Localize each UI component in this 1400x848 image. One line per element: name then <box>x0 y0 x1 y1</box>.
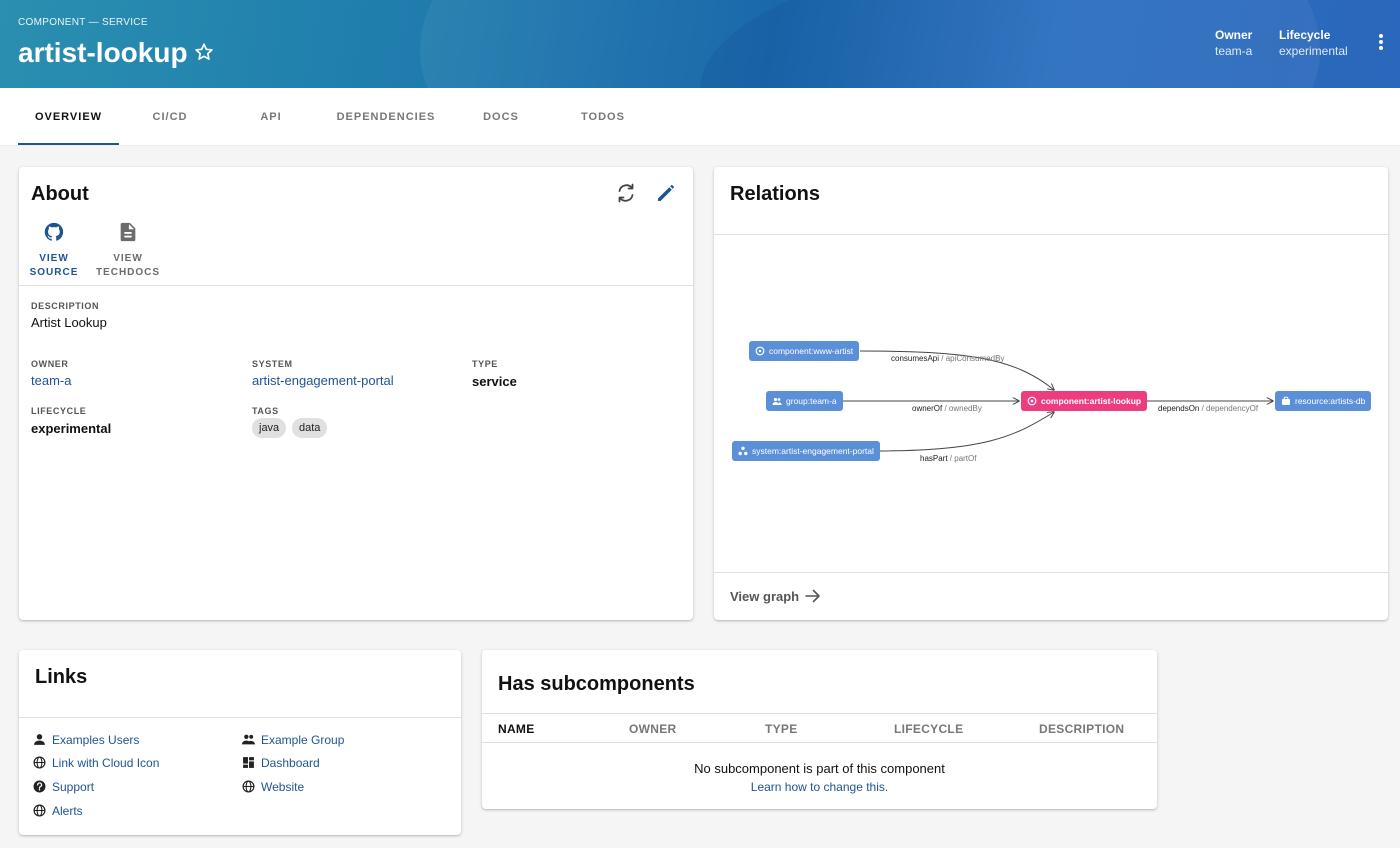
empty-state-message: No subcomponent is part of this componen… <box>694 761 945 776</box>
tab-overview[interactable]: OVERVIEW <box>18 88 119 146</box>
link-item[interactable]: Example Group <box>242 733 344 747</box>
view-techdocs-label-1: VIEW <box>113 253 143 264</box>
resource-icon <box>1282 396 1290 405</box>
component-icon <box>755 346 765 356</box>
lifecycle-label: LIFECYCLE <box>31 406 87 416</box>
owner-link[interactable]: team-a <box>31 373 71 388</box>
view-source-label-1: VIEW <box>39 253 69 264</box>
arrow-right-icon <box>804 589 820 603</box>
divider <box>482 742 1157 743</box>
person-icon <box>34 734 45 745</box>
edge-haspart <box>875 412 1054 452</box>
view-source-button[interactable]: VIEW SOURCE <box>25 221 83 280</box>
node-label: component:artist-lookup <box>1041 396 1142 406</box>
description-value: Artist Lookup <box>31 315 107 330</box>
divider <box>19 285 693 286</box>
lifecycle-label: Lifecycle <box>1279 28 1331 42</box>
graph-node[interactable]: group:team-a <box>766 391 843 411</box>
help-icon <box>33 780 46 793</box>
graph-node[interactable]: resource:artists-db <box>1275 391 1372 411</box>
edge-label: consumesApi / apiConsumedBy <box>891 354 1005 363</box>
column-header-type[interactable]: TYPE <box>765 722 798 736</box>
tags-label: TAGS <box>252 406 279 416</box>
dashboard-icon <box>243 757 254 768</box>
view-source-label-2: SOURCE <box>29 267 79 278</box>
tab-docs[interactable]: DOCS <box>451 88 551 146</box>
star-icon[interactable] <box>193 41 215 63</box>
page-header: COMPONENT — SERVICE artist-lookup Owner … <box>0 0 1400 88</box>
column-header-name[interactable]: NAME <box>498 722 535 736</box>
group-icon <box>242 734 255 745</box>
github-icon <box>44 222 64 241</box>
learn-more-link[interactable]: Learn how to change this. <box>482 780 1157 794</box>
tab-dependencies[interactable]: DEPENDENCIES <box>331 88 441 146</box>
refresh-icon[interactable] <box>614 181 638 205</box>
subcomponents-title: Has subcomponents <box>498 673 695 695</box>
edge-label: hasPart / partOf <box>920 454 977 463</box>
group-icon <box>772 397 782 405</box>
link-item[interactable]: Website <box>242 780 304 794</box>
globe-icon <box>33 756 46 769</box>
more-vert-icon[interactable] <box>1373 34 1389 52</box>
link-item[interactable]: Examples Users <box>34 733 139 747</box>
system-link[interactable]: artist-engagement-portal <box>252 373 394 388</box>
link-item[interactable]: Dashboard <box>243 756 320 770</box>
lifecycle-value: experimental <box>1279 44 1348 58</box>
tab-todos[interactable]: TODOS <box>553 88 653 146</box>
edge-label: ownerOf / ownedBy <box>912 404 982 413</box>
tag-chip[interactable]: data <box>292 418 328 438</box>
header-lifecycle: Lifecycle experimental <box>1279 28 1348 58</box>
system-icon <box>738 446 748 456</box>
document-icon <box>120 222 136 242</box>
graph-node[interactable]: system:artist-engagement-portal <box>732 441 880 461</box>
node-label: system:artist-engagement-portal <box>752 446 874 456</box>
tab-indicator <box>18 143 119 145</box>
link-item[interactable]: Link with Cloud Icon <box>33 756 159 770</box>
tab-cicd[interactable]: CI/CD <box>120 88 220 146</box>
divider <box>482 713 1157 714</box>
view-techdocs-label-2: TECHDOCS <box>95 267 161 278</box>
globe-icon <box>242 780 255 793</box>
node-label: component:www-artist <box>769 346 854 356</box>
column-header-description[interactable]: DESCRIPTION <box>1039 722 1124 736</box>
node-label: group:team-a <box>786 396 837 406</box>
owner-label: Owner <box>1215 28 1253 42</box>
column-header-lifecycle[interactable]: LIFECYCLE <box>894 722 963 736</box>
about-title: About <box>31 183 89 205</box>
column-header-owner[interactable]: OWNER <box>629 722 677 736</box>
relations-card: Relations component:www-artist group:tea… <box>714 167 1388 620</box>
owner-label: OWNER <box>31 359 69 369</box>
about-card: About VIEW SOURCE VIEW TECHDOCS DESCRIPT… <box>19 167 693 620</box>
divider <box>19 717 461 718</box>
edit-icon[interactable] <box>654 181 678 205</box>
link-item[interactable]: Alerts <box>33 804 83 818</box>
entity-kind: COMPONENT — SERVICE <box>18 17 148 28</box>
divider <box>714 572 1388 573</box>
view-graph-link[interactable]: View graph <box>730 589 821 604</box>
graph-node-current[interactable]: component:artist-lookup <box>1021 391 1148 411</box>
subcomponents-card: Has subcomponents NAME OWNER TYPE LIFECY… <box>482 650 1157 809</box>
tab-api[interactable]: API <box>221 88 321 146</box>
lifecycle-value: experimental <box>31 421 112 436</box>
system-label: SYSTEM <box>252 359 293 369</box>
edge-label: dependsOn / dependencyOf <box>1158 404 1259 413</box>
globe-icon <box>33 804 46 817</box>
type-label: TYPE <box>472 359 498 369</box>
page-title: artist-lookup <box>18 37 188 68</box>
view-graph-label: View graph <box>730 589 800 604</box>
links-card: Links Examples Users Example Group Link … <box>19 650 461 835</box>
type-value: service <box>472 374 517 389</box>
owner-value: team-a <box>1215 44 1253 58</box>
node-label: resource:artists-db <box>1295 396 1366 406</box>
links-title: Links <box>35 666 88 688</box>
tag-chip[interactable]: java <box>252 418 287 438</box>
tab-bar: OVERVIEW CI/CD API DEPENDENCIES DOCS TOD… <box>0 88 1400 146</box>
component-icon <box>1027 396 1037 406</box>
view-techdocs-button[interactable]: VIEW TECHDOCS <box>93 221 163 280</box>
graph-node[interactable]: component:www-artist <box>749 341 860 361</box>
description-label: DESCRIPTION <box>31 301 100 311</box>
header-owner: Owner team-a <box>1215 28 1252 58</box>
link-item[interactable]: Support <box>33 780 94 794</box>
